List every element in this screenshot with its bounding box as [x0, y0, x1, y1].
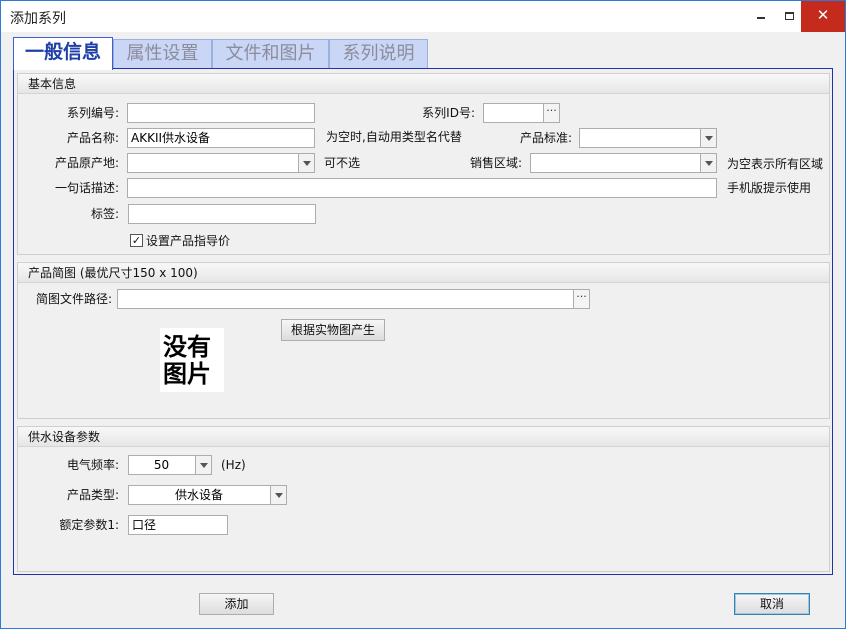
- one-line-description-hint: 手机版提示使用: [727, 181, 812, 195]
- basic-info-header: 基本信息: [18, 74, 829, 94]
- no-image-text-line1: 没有: [163, 332, 211, 361]
- product-name-input[interactable]: AKKII供水设备: [127, 128, 315, 148]
- minimize-button[interactable]: [746, 1, 776, 32]
- no-image-placeholder: 没有 图片: [160, 328, 224, 392]
- sales-region-dropdown-button[interactable]: [700, 154, 716, 172]
- thumbnail-path-label: 简图文件路径:: [35, 292, 112, 306]
- no-image-text-line2: 图片: [163, 359, 211, 388]
- maximize-icon: [785, 12, 794, 20]
- chevron-down-icon: [303, 161, 311, 166]
- one-line-description-input[interactable]: [127, 178, 717, 198]
- product-standard-select[interactable]: [579, 128, 717, 148]
- one-line-description-label: 一句话描述:: [54, 181, 119, 195]
- close-icon: ✕: [816, 6, 830, 24]
- basic-info-group: 基本信息 系列编号: 系列ID号: ··· 产品名称: AKKII供水设备 为空…: [17, 73, 830, 255]
- frequency-unit: (Hz): [221, 458, 246, 472]
- thumbnail-browse-button[interactable]: ···: [573, 290, 589, 308]
- chevron-down-icon: [275, 493, 283, 498]
- thumbnail-header: 产品简图 (最优尺寸150 x 100): [18, 263, 829, 283]
- product-type-select[interactable]: 供水设备: [128, 485, 287, 505]
- product-name-hint: 为空时,自动用类型名代替: [326, 130, 462, 144]
- origin-hint: 可不选: [324, 156, 361, 170]
- series-id-input[interactable]: ···: [483, 103, 560, 123]
- sales-region-select[interactable]: [530, 153, 717, 173]
- chevron-down-icon: [200, 463, 208, 468]
- close-button[interactable]: ✕: [801, 1, 845, 32]
- chevron-down-icon: [705, 136, 713, 141]
- chevron-down-icon: [705, 161, 713, 166]
- product-name-label: 产品名称:: [66, 131, 119, 145]
- window-title: 添加系列: [10, 11, 66, 27]
- thumbnail-group: 产品简图 (最优尺寸150 x 100) 简图文件路径: ··· 根据实物图产生…: [17, 262, 830, 419]
- series-code-input[interactable]: [127, 103, 315, 123]
- cancel-button[interactable]: 取消: [734, 593, 810, 615]
- origin-select[interactable]: [127, 153, 315, 173]
- tab-files-images[interactable]: 文件和图片: [212, 39, 329, 69]
- frequency-select[interactable]: 50: [128, 455, 212, 475]
- add-button[interactable]: 添加: [199, 593, 274, 615]
- product-type-dropdown-button[interactable]: [270, 486, 286, 504]
- product-type-value: 供水设备: [174, 488, 223, 502]
- tab-general-info[interactable]: 一般信息: [13, 37, 113, 70]
- product-type-label: 产品类型:: [66, 488, 119, 502]
- generate-from-photo-button[interactable]: 根据实物图产生: [281, 319, 385, 341]
- guide-price-checkbox[interactable]: ✓: [130, 234, 143, 247]
- tab-content-panel: 基本信息 系列编号: 系列ID号: ··· 产品名称: AKKII供水设备 为空…: [13, 68, 833, 575]
- sales-region-hint: 为空表示所有区域: [727, 157, 824, 171]
- frequency-dropdown-button[interactable]: [195, 456, 211, 474]
- title-bar: 添加系列 ✕: [1, 1, 845, 32]
- water-params-group: 供水设备参数 电气频率: 50 (Hz) 产品类型: 供水设备 额定参数1: 口…: [17, 426, 830, 572]
- maximize-button[interactable]: [774, 1, 804, 32]
- origin-label: 产品原产地:: [54, 156, 119, 170]
- series-id-browse-button[interactable]: ···: [543, 104, 559, 122]
- rated-param-label: 额定参数1:: [59, 518, 119, 532]
- product-standard-dropdown-button[interactable]: [700, 129, 716, 147]
- dialog-window: 添加系列 ✕ 一般信息 属性设置 文件和图片 系列说明 基本信息 系列编号: 系…: [0, 0, 846, 629]
- tab-series-description[interactable]: 系列说明: [329, 39, 428, 69]
- frequency-value: 50: [153, 458, 170, 472]
- minimize-icon: [757, 17, 765, 19]
- tag-input[interactable]: [128, 204, 316, 224]
- guide-price-label: 设置产品指导价: [146, 234, 231, 248]
- series-id-label: 系列ID号:: [422, 106, 475, 120]
- tag-label: 标签:: [90, 207, 119, 221]
- sales-region-label: 销售区域:: [469, 156, 522, 170]
- frequency-label: 电气频率:: [66, 458, 119, 472]
- thumbnail-path-input[interactable]: ···: [117, 289, 590, 309]
- water-params-header: 供水设备参数: [18, 427, 829, 447]
- rated-param-input[interactable]: 口径: [128, 515, 228, 535]
- product-standard-label: 产品标准:: [519, 131, 572, 145]
- series-code-label: 系列编号:: [66, 106, 119, 120]
- origin-dropdown-button[interactable]: [298, 154, 314, 172]
- tab-property-settings[interactable]: 属性设置: [113, 39, 212, 69]
